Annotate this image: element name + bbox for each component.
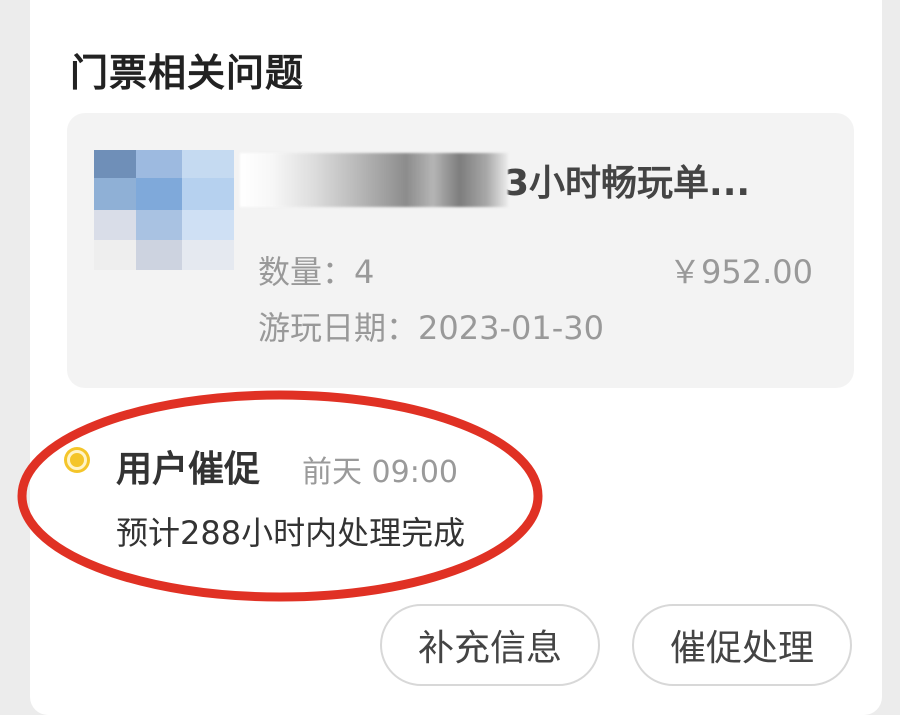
quantity-row: 数量：4 [258,247,374,293]
quantity-label: 数量： [258,253,355,291]
product-name-visible-text: 3小时畅玩单... [504,163,751,204]
urge-processing-button[interactable]: 催促处理 [632,604,852,686]
status-description: 预计288小时内处理完成 [116,514,466,552]
visit-date-row: 游玩日期：2023-01-30 [258,303,604,349]
product-price: ￥952.00 [669,253,813,291]
visit-date-value: 2023-01-30 [418,309,604,347]
status-time: 前天 09:00 [302,455,458,490]
section-title: 门票相关问题 [70,51,305,95]
product-name[interactable]: 3小时畅玩单... [240,152,800,208]
redacted-product-name [240,153,508,207]
quantity-value: 4 [354,253,375,291]
supplement-info-button[interactable]: 补充信息 [380,604,600,686]
status-dot-icon [67,450,87,470]
blurred-product-thumbnail-icon [94,150,234,270]
status-title: 用户催促 [116,449,261,490]
visit-date-label: 游玩日期： [258,309,419,347]
